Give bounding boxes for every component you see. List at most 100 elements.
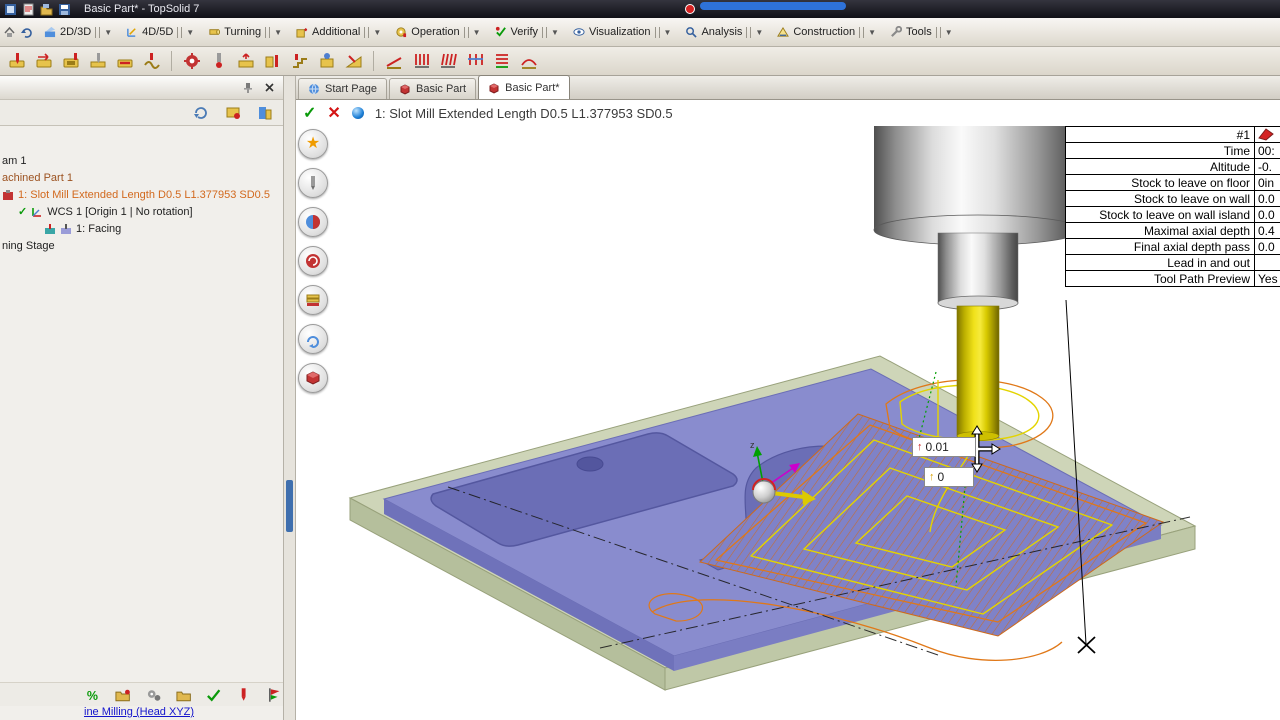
panel-splitter[interactable] [284, 76, 296, 720]
side-mill-icon[interactable] [260, 49, 285, 74]
comb-slant-icon[interactable] [435, 49, 460, 74]
tab-basic-part[interactable]: Basic Part [389, 78, 476, 99]
param-row-altitude[interactable]: Altitude -0. [1065, 158, 1280, 175]
menu-4d5d[interactable]: 4D/5D ▼ [119, 20, 201, 44]
save-icon[interactable] [58, 3, 71, 16]
tool-gear-icon[interactable] [179, 49, 204, 74]
probe-icon[interactable] [206, 49, 231, 74]
block-tool-icon[interactable] [314, 49, 339, 74]
chevron-down-icon: ▼ [755, 28, 763, 37]
param-row-stock-wall-island[interactable]: Stock to leave on wall island 0.0 [1065, 206, 1280, 223]
param-row-final-axial-pass[interactable]: Final axial depth pass 0.0 [1065, 238, 1280, 255]
param-value[interactable] [1254, 127, 1280, 142]
contouring-icon[interactable] [31, 49, 56, 74]
menu-construction[interactable]: Construction ▼ [770, 20, 883, 44]
menu-turning[interactable]: Turning ▼ [201, 20, 289, 44]
menu-visualization[interactable]: Visualization ▼ [566, 20, 678, 44]
param-value[interactable]: 0in [1254, 175, 1280, 190]
confirm-icon[interactable]: ✓ [303, 103, 316, 123]
param-value[interactable]: -0. [1254, 159, 1280, 174]
pin-icon[interactable] [242, 82, 254, 94]
tree-item-program[interactable]: am 1 [0, 152, 283, 169]
category-tool-button[interactable] [298, 168, 328, 198]
help-sphere-icon[interactable] [352, 107, 364, 119]
category-geometry-button[interactable] [298, 207, 328, 237]
gears-icon[interactable] [145, 686, 162, 704]
tree-item-machined-part[interactable]: achined Part 1 [0, 169, 283, 186]
filter-icon[interactable] [225, 105, 241, 121]
category-misc-button[interactable] [298, 363, 328, 393]
depth-value-1[interactable]: 0.01 [926, 440, 949, 454]
options-icon[interactable] [257, 105, 273, 121]
param-value[interactable] [1254, 255, 1280, 270]
spindle[interactable] [874, 126, 1082, 310]
category-favorites-button[interactable]: ★ [298, 129, 328, 159]
param-row-toolpath-preview[interactable]: Tool Path Preview Yes [1065, 270, 1280, 287]
tab-basic-part-modified[interactable]: Basic Part* [478, 75, 569, 99]
param-row-operation[interactable]: #1 [1065, 126, 1280, 143]
cutting-tool[interactable] [957, 306, 999, 441]
param-row-stock-wall[interactable]: Stock to leave on wall 0.0 [1065, 190, 1280, 207]
drilling-icon[interactable] [85, 49, 110, 74]
param-value[interactable]: 0.4 [1254, 223, 1280, 238]
refresh-icon[interactable] [193, 105, 209, 121]
surfacing-icon[interactable] [139, 49, 164, 74]
tree-item-machining-stage[interactable]: ning Stage [0, 237, 283, 254]
menu-tools[interactable]: Tools ▼ [883, 20, 960, 44]
tab-start-page[interactable]: Start Page [298, 78, 387, 99]
angle-mill-icon[interactable] [341, 49, 366, 74]
param-value[interactable]: Yes [1254, 271, 1280, 286]
flag-icon[interactable] [266, 686, 283, 704]
new-document-icon[interactable] [22, 3, 35, 16]
ramp-icon[interactable] [381, 49, 406, 74]
depth-input-1[interactable]: ↑ 0.01 [912, 437, 976, 457]
rake-icon[interactable] [489, 49, 514, 74]
menu-2d3d[interactable]: 2D/3D ▼ [37, 20, 119, 44]
tree-item-wcs[interactable]: ✓ WCS 1 [Origin 1 | No rotation] [0, 203, 283, 220]
param-value[interactable]: 0.0 [1254, 239, 1280, 254]
menu-verify[interactable]: Verify ▼ [488, 20, 566, 44]
param-value[interactable]: 0.0 [1254, 191, 1280, 206]
category-passes-button[interactable] [298, 285, 328, 315]
red-tool-icon[interactable] [235, 686, 252, 704]
param-value[interactable]: 0.0 [1254, 207, 1280, 222]
tree-item-label: ning Stage [2, 240, 55, 252]
undo-icon[interactable] [20, 26, 33, 39]
comb-vertical-icon[interactable] [408, 49, 433, 74]
depth-input-2[interactable]: ↑ 0 [924, 467, 974, 487]
tree-item-slot-mill-selected[interactable]: 1: Slot Mill Extended Length D0.5 L1.377… [0, 186, 283, 203]
comb-cross-icon[interactable] [462, 49, 487, 74]
facing-icon[interactable] [4, 49, 29, 74]
menu-additional[interactable]: Additional ▼ [289, 20, 388, 44]
home-icon[interactable] [3, 26, 16, 39]
verify-check-icon[interactable] [205, 686, 222, 704]
folder-icon[interactable] [175, 686, 192, 704]
step-mill-icon[interactable] [287, 49, 312, 74]
menu-operation[interactable]: Operation ▼ [388, 20, 487, 44]
menu-analysis[interactable]: Analysis ▼ [678, 20, 770, 44]
param-row-time[interactable]: Time 00: [1065, 142, 1280, 159]
param-row-max-axial-depth[interactable]: Maximal axial depth 0.4 [1065, 222, 1280, 239]
status-link[interactable]: ine Milling (Head XYZ) [84, 706, 194, 720]
category-linking-button[interactable] [298, 324, 328, 354]
pocketing-icon[interactable] [58, 49, 83, 74]
percent-sync-icon[interactable]: % [84, 686, 101, 704]
depth-value-2[interactable]: 0 [938, 470, 945, 484]
menu-label: Construction [793, 26, 855, 38]
menu-label: Visualization [589, 26, 651, 38]
param-row-lead-in-out[interactable]: Lead in and out [1065, 254, 1280, 271]
param-value[interactable]: 00: [1254, 143, 1280, 158]
cancel-icon[interactable]: ✕ [327, 103, 340, 123]
tab-label: Basic Part* [505, 82, 559, 94]
slotting-icon[interactable] [112, 49, 137, 74]
finish-pass-icon[interactable] [516, 49, 541, 74]
splitter-thumb[interactable] [286, 480, 293, 532]
app-icon[interactable] [4, 3, 17, 16]
open-folder-icon[interactable] [114, 686, 131, 704]
category-strategy-button[interactable] [298, 246, 328, 276]
open-document-icon[interactable] [40, 3, 53, 16]
plate-arrow-icon[interactable] [233, 49, 258, 74]
param-row-stock-floor[interactable]: Stock to leave on floor 0in [1065, 174, 1280, 191]
close-icon[interactable] [264, 82, 275, 93]
tree-item-facing[interactable]: 1: Facing [0, 220, 283, 237]
